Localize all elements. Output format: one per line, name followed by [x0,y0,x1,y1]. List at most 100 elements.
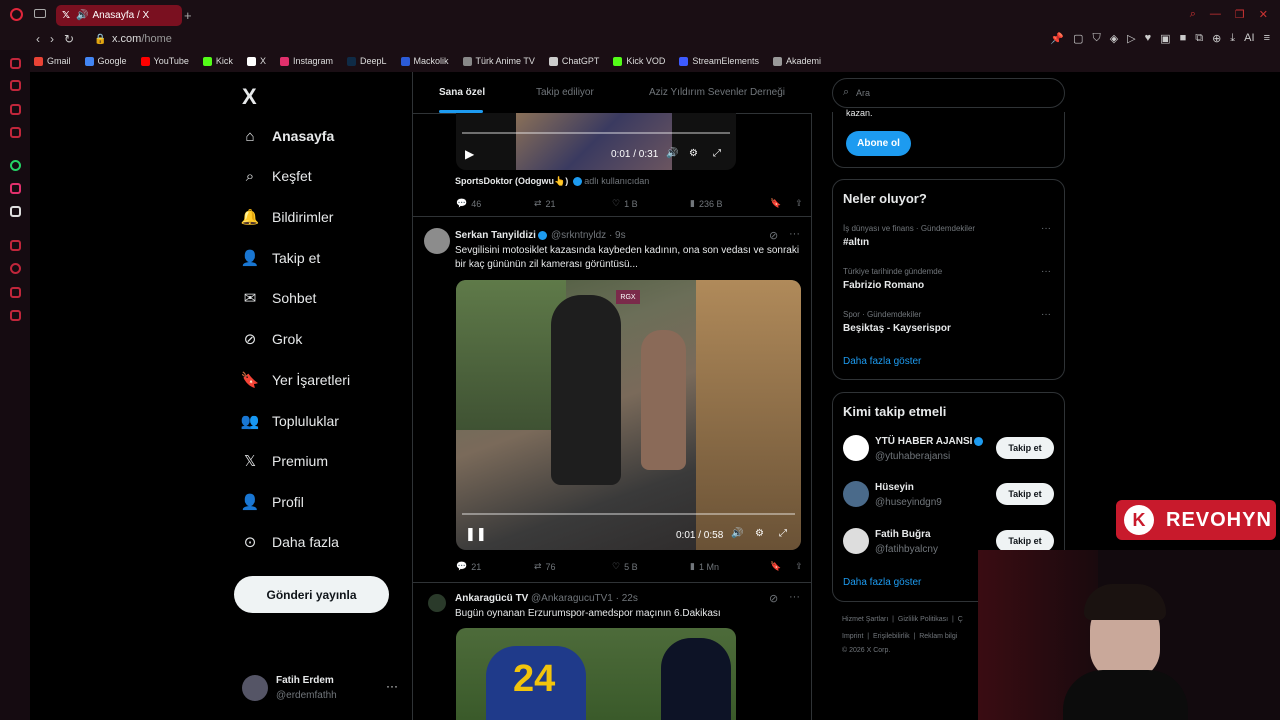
show-more-trends-link[interactable]: Daha fazla göster [843,356,921,367]
views-button[interactable]: ▮ 236 B [690,198,768,209]
play-icon[interactable]: ▶ [465,147,474,161]
bookmark-item[interactable]: X [246,56,266,66]
settings-icon[interactable] [10,310,21,321]
extension-icon[interactable]: ▣ [1160,32,1170,45]
footer-link[interactable]: Imprint [842,633,863,640]
tweet-video[interactable]: ▶ 0:01 / 0:31 🔊 ⚙ ⤢ [456,113,736,170]
ai-button[interactable]: AI [1244,32,1254,45]
reply-button[interactable]: 💬 46 [456,198,534,209]
suggested-account-name[interactable]: Fatih Buğra [875,529,931,540]
trend-name[interactable]: Fabrizio Romano [843,280,924,291]
back-button[interactable]: ‹ [36,32,40,46]
bookmark-item[interactable]: ChatGPT [548,56,599,66]
play-icon[interactable]: ▷ [1127,32,1135,45]
bookmark-item[interactable]: Gmail [34,56,71,66]
shield-icon[interactable]: ⛉ [1092,32,1100,45]
bookmark-icon[interactable]: 🔖 [770,561,781,572]
reply-button[interactable]: 💬 21 [456,561,534,572]
avatar[interactable] [843,528,869,554]
nav-item-premium[interactable]: 𝕏 Premium [242,446,328,476]
more-icon[interactable]: ··· [1041,309,1051,320]
more-icon[interactable]: ··· [789,228,800,240]
bookmark-item[interactable]: Mackolik [400,56,449,66]
show-more-follow-link[interactable]: Daha fazla göster [843,577,921,588]
settings-icon[interactable]: ⚙ [689,148,698,159]
nav-item-ke-fet[interactable]: ⌕ Keşfet [242,161,312,191]
share-icon[interactable]: ⇪ [795,198,803,209]
follow-button[interactable]: Takip et [996,437,1054,459]
close-button[interactable]: ✕ [1259,8,1268,21]
nav-item-topluluklar[interactable]: 👥 Topluluklar [241,406,339,436]
grok-icon[interactable]: ⊘ [769,592,778,605]
player-icon[interactable] [10,240,21,251]
nav-item-profil[interactable]: 👤 Profil [241,487,304,517]
suggested-account-name[interactable]: Hüseyin [875,482,914,493]
reload-button[interactable]: ↻ [64,32,74,46]
tab-community[interactable]: Aziz Yıldırım Sevenler Derneği [649,87,785,98]
tweet-video[interactable]: 24 [456,628,736,720]
share-icon[interactable]: ⇪ [795,561,803,572]
fullscreen-icon[interactable]: ⤢ [779,528,787,539]
bookmark-item[interactable]: Kick VOD [613,56,665,66]
url-field[interactable]: x.com/home [112,33,172,45]
trend-name[interactable]: #altın [843,237,869,248]
wallet-icon[interactable]: ⊕ [1212,32,1221,45]
bookmark-icon[interactable]: 🔖 [770,198,781,209]
bookmark-item[interactable]: Kick [202,56,233,66]
video-credit[interactable]: SportsDoktor (Odogwu👆) adlı kullanıcıdan [455,176,649,187]
pause-icon[interactable]: ❚❚ [465,526,487,542]
author-name[interactable]: Ankaragücü TV [455,593,528,604]
menu-icon[interactable]: ≡ [1264,32,1270,45]
tweet-video[interactable]: RGX ❚❚ 0:01 / 0:58 🔊 ⚙ ⤢ [456,280,801,550]
search-box[interactable]: ⌕ Ara [832,78,1065,108]
account-switcher[interactable]: Fatih Erdem @erdemfathh ··· [242,675,402,705]
tab-for-you[interactable]: Sana özel [439,87,485,98]
settings-icon[interactable]: ⚙ [755,528,764,539]
nav-item-bildirimler[interactable]: 🔔 Bildirimler [241,202,334,232]
download-icon[interactable]: ⤓ [1230,32,1235,45]
new-tab-button[interactable]: + [184,8,192,23]
like-button[interactable]: ♡ 5 B [612,561,690,572]
fullscreen-icon[interactable]: ⤢ [713,148,721,159]
subscribe-button[interactable]: Abone ol [846,131,911,156]
volume-icon[interactable]: 🔊 [666,148,678,159]
forward-button[interactable]: › [50,32,54,46]
sidebar-shopping-icon[interactable] [10,80,21,91]
more-icon[interactable]: ··· [1041,223,1051,234]
footer-link[interactable]: Ç [958,616,963,623]
avatar[interactable] [424,228,450,254]
grok-icon[interactable]: ⊘ [769,229,778,242]
avatar[interactable] [428,594,446,612]
footer-link[interactable]: Hizmet Şartları [842,616,888,623]
sidebar-aria-icon[interactable] [10,58,21,69]
lock-icon[interactable]: 🔒 [94,34,106,45]
pin-icon[interactable]: 📌 [1050,32,1064,45]
bookmark-item[interactable]: DeepL [346,56,387,66]
bookmark-item[interactable]: YouTube [140,56,189,66]
history-icon[interactable] [10,263,21,274]
maximize-button[interactable]: ❐ [1235,8,1245,21]
pinboard-icon[interactable] [10,287,21,298]
x-icon[interactable] [10,206,21,217]
bookmark-item[interactable]: Akademi [772,56,821,66]
instagram-icon[interactable] [10,183,21,194]
more-icon[interactable]: ··· [789,591,800,603]
vpn-icon[interactable]: ◈ [1110,32,1118,45]
suggested-account-name[interactable]: YTÜ HABER AJANSI [875,436,984,447]
opera-logo-icon[interactable] [10,8,23,21]
more-icon[interactable]: ··· [1041,266,1051,277]
repost-button[interactable]: ⇄ 21 [534,198,612,209]
heart-icon[interactable]: ♥ [1145,32,1152,45]
avatar[interactable] [843,481,869,507]
footer-link[interactable]: Erişilebilirlik [873,633,910,640]
footer-link[interactable]: Gizlilik Politikası [898,616,948,623]
tab-following[interactable]: Takip ediliyor [536,87,594,98]
more-icon[interactable]: ··· [386,679,398,693]
trend-name[interactable]: Beşiktaş - Kayserispor [843,323,951,334]
like-button[interactable]: ♡ 1 B [612,198,690,209]
bookmark-item[interactable]: Instagram [279,56,333,66]
nav-item-sohbet[interactable]: ✉ Sohbet [242,283,317,313]
footer-link[interactable]: Reklam bilgi [919,633,957,640]
nav-item-daha-fazla[interactable]: ⊙ Daha fazla [242,527,339,557]
sidebar-instagram-icon[interactable] [10,104,21,115]
